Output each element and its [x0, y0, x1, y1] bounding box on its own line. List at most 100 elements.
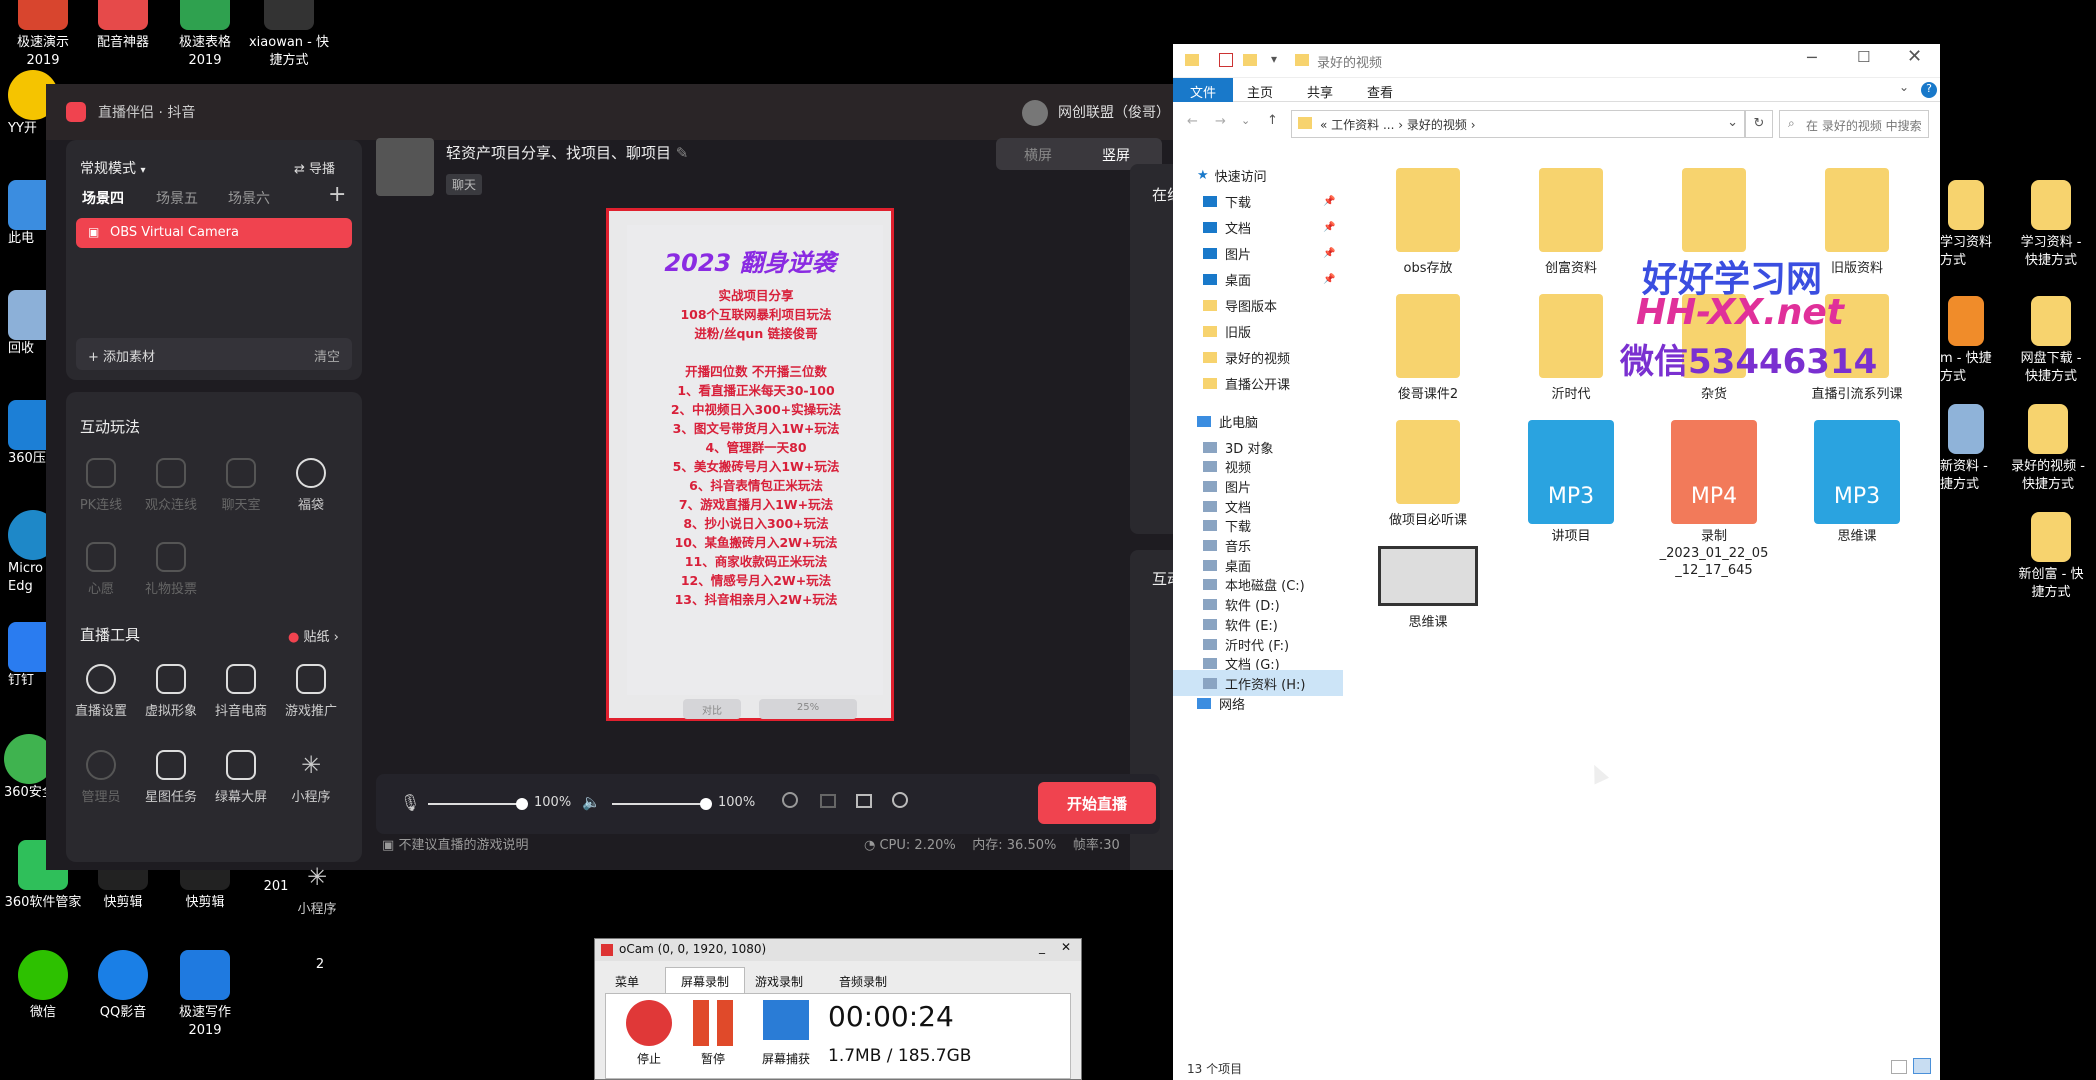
mini-program-button-2[interactable]: ✳ 小程序 — [282, 862, 352, 917]
large-icons-view-icon[interactable] — [1913, 1058, 1931, 1074]
audience-link-button[interactable]: 观众连线 — [136, 458, 206, 513]
desktop-icon-recorded-videos[interactable]: 录好的视频 - 快捷方式 — [2000, 404, 2096, 494]
desktop-icon-study-2[interactable]: 学习资料 - 快捷方式 — [2006, 180, 2096, 270]
mode-selector[interactable]: 常规模式 ▾ — [80, 158, 145, 178]
nav-item[interactable]: 下载 📌 — [1173, 188, 1343, 214]
nav-network[interactable]: 网络 — [1173, 690, 1343, 716]
add-scene-button[interactable]: + — [328, 182, 346, 207]
tab-audio-record[interactable]: 音频录制 — [839, 973, 887, 990]
game-warning[interactable]: ▣ 不建议直播的游戏说明 — [382, 834, 528, 853]
minimize-button[interactable]: _ — [1039, 940, 1045, 954]
desktop-icon-presentation[interactable]: 极速演示 2019 — [0, 0, 86, 70]
recent-dropdown-icon[interactable]: ⌄ — [1241, 114, 1250, 127]
admin-button[interactable]: 管理员 — [66, 750, 136, 805]
stop-button[interactable]: 停止 — [624, 1000, 674, 1067]
file-item[interactable]: obs存放 — [1363, 168, 1493, 277]
compare-button[interactable]: 对比 — [683, 699, 741, 719]
file-item[interactable]: 做项目必听课 — [1363, 420, 1493, 529]
tab-scene-5[interactable]: 场景五 — [156, 188, 198, 208]
desktop-icon-qqplayer[interactable]: QQ影音 — [80, 950, 166, 1022]
file-item[interactable]: MP3 思维课 — [1792, 420, 1922, 545]
properties-icon[interactable] — [1219, 53, 1233, 67]
mic-slider-handle[interactable] — [516, 798, 528, 810]
desktop-icon-dubbing[interactable]: 配音神器 — [80, 0, 166, 52]
file-item[interactable]: 创富资料 — [1506, 168, 1636, 277]
breadcrumb-item[interactable]: 录好的视频 — [1407, 118, 1467, 132]
nav-this-pc[interactable]: 此电脑 — [1173, 408, 1343, 434]
sticker-button[interactable]: ● 贴纸 › — [288, 626, 339, 645]
chevron-down-icon[interactable]: ⌄ — [1727, 115, 1738, 130]
game-promo-button[interactable]: 游戏推广 — [276, 664, 346, 719]
nav-item[interactable]: 桌面 📌 — [1173, 266, 1343, 292]
maximize-button[interactable]: ☐ — [1857, 48, 1870, 66]
chevron-down-icon[interactable]: ⌄ — [1899, 80, 1909, 94]
nav-item[interactable]: 文档 📌 — [1173, 214, 1343, 240]
stream-cover[interactable] — [376, 138, 434, 196]
star-task-button[interactable]: 星图任务 — [136, 750, 206, 805]
details-view-icon[interactable] — [1891, 1060, 1907, 1074]
file-item[interactable]: MP4 录制 _2023_01_22_05 _12_17_645 — [1649, 420, 1779, 579]
tab-home[interactable]: 主页 — [1247, 82, 1273, 101]
stream-title-row[interactable]: 轻资产项目分享、找项目、聊项目 ✎ — [446, 142, 688, 163]
tab-scene-6[interactable]: 场景六 — [228, 188, 270, 208]
nav-item[interactable]: 录好的视频 — [1173, 344, 1343, 370]
minimize-button[interactable]: ─ — [1807, 48, 1817, 67]
tab-screen-record[interactable]: 屏幕录制 — [665, 967, 745, 993]
nav-item[interactable]: 导图版本 — [1173, 292, 1343, 318]
help-icon[interactable]: ? — [1921, 82, 1937, 98]
file-item[interactable]: 思维课 — [1363, 546, 1493, 631]
add-material-button[interactable]: + 添加素材 — [88, 350, 155, 365]
lucky-bag-button[interactable]: 福袋 — [276, 458, 346, 513]
quick-access-dropdown[interactable]: ▾ — [1271, 52, 1277, 66]
mini-program-button[interactable]: ✳ 小程序 — [276, 750, 346, 805]
desktop-icon-wechat[interactable]: 微信 — [0, 950, 86, 1022]
refresh-icon[interactable] — [782, 792, 798, 808]
file-item[interactable] — [1649, 168, 1779, 260]
speaker-icon[interactable]: 🔈 — [582, 793, 601, 811]
desktop-icon-netdisk[interactable]: 网盘下载 - 快捷方式 — [2006, 296, 2096, 386]
speaker-volume-slider[interactable] — [612, 803, 706, 805]
file-item[interactable]: 沂时代 — [1506, 294, 1636, 403]
guide-button[interactable]: ⇄ 导播 — [294, 158, 335, 177]
address-bar[interactable]: « 工作资料 ... › 录好的视频 › ⌄ — [1291, 110, 1745, 138]
microphone-icon[interactable]: 🎙 — [400, 793, 420, 812]
capture-button[interactable]: 屏幕捕获 — [756, 1000, 816, 1067]
mic-volume-slider[interactable] — [428, 803, 522, 805]
forward-icon[interactable]: → — [1215, 114, 1226, 129]
desktop-icon-m[interactable]: m - 快捷 方式 — [1940, 296, 2016, 386]
tab-view[interactable]: 查看 — [1367, 82, 1393, 101]
green-screen-button[interactable]: 绿幕大屏 — [206, 750, 276, 805]
tab-game-record[interactable]: 游戏录制 — [755, 973, 803, 990]
start-live-button[interactable]: 开始直播 — [1038, 782, 1156, 824]
nav-item[interactable]: 图片 📌 — [1173, 240, 1343, 266]
avatar[interactable] — [1022, 100, 1048, 126]
zoom-control[interactable]: 25% — [759, 699, 857, 719]
desktop-icon-spreadsheet[interactable]: 极速表格 2019 — [162, 0, 248, 70]
avatar-button[interactable]: 虚拟形象 — [136, 664, 206, 719]
camera-off-icon[interactable] — [820, 794, 836, 808]
new-folder-icon[interactable] — [1243, 54, 1257, 66]
tab-menu[interactable]: 菜单 — [615, 973, 639, 990]
chatroom-button[interactable]: 聊天室 — [206, 458, 276, 513]
desktop-icon-writer[interactable]: 极速写作 2019 — [162, 950, 248, 1040]
clear-button[interactable]: 清空 — [314, 346, 340, 365]
desktop-icon-study-1[interactable]: 学习资料 方式 — [1940, 180, 2016, 270]
preview-poster[interactable]: 2023 翻身逆袭 实战项目分享 108个互联网暴利项目玩法 进粉/丝qun 链接俊… — [606, 208, 894, 721]
desktop-icon-new-chuangfu[interactable]: 新创富 - 快 捷方式 — [2006, 512, 2096, 602]
refresh-button[interactable]: ↻ — [1745, 110, 1773, 138]
pk-button[interactable]: PK连线 — [66, 458, 136, 513]
desktop-icon-partial-2[interactable]: 2 — [300, 956, 340, 974]
close-button[interactable]: ✕ — [1907, 46, 1922, 67]
breadcrumb-item[interactable]: 工作资料 ... — [1331, 118, 1394, 132]
nav-item[interactable]: 旧版 — [1173, 318, 1343, 344]
nav-item[interactable]: 直播公开课 — [1173, 370, 1343, 396]
wish-button[interactable]: 心愿 — [66, 542, 136, 597]
portrait-option[interactable]: 竖屏 — [1102, 145, 1130, 165]
close-button[interactable]: ✕ — [1061, 940, 1071, 954]
desktop-icon-xiaowan[interactable]: xiaowan - 快 捷方式 — [246, 0, 332, 70]
tab-share[interactable]: 共享 — [1307, 82, 1333, 101]
video-icon[interactable] — [856, 794, 872, 808]
up-icon[interactable]: ↑ — [1267, 113, 1278, 128]
file-item[interactable]: 俊哥课件2 — [1363, 294, 1493, 403]
tab-scene-4[interactable]: 场景四 — [82, 188, 124, 208]
